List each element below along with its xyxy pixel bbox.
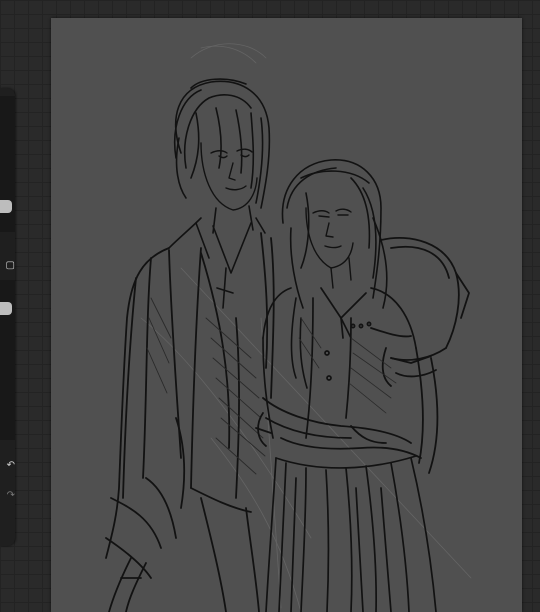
square-icon[interactable]: ▢ bbox=[0, 258, 15, 272]
brush-size-handle[interactable] bbox=[0, 200, 12, 213]
sketch-drawing bbox=[105, 43, 472, 612]
tool-sidebar: ▢ ↶ ↷ bbox=[0, 88, 15, 546]
brush-size-slider[interactable] bbox=[0, 96, 15, 232]
workspace: ▢ ↶ ↷ bbox=[0, 0, 540, 612]
brush-opacity-slider[interactable] bbox=[0, 280, 15, 440]
drawing-canvas[interactable] bbox=[51, 18, 522, 612]
redo-icon[interactable]: ↷ bbox=[0, 488, 15, 502]
brush-opacity-handle[interactable] bbox=[0, 302, 12, 315]
undo-icon[interactable]: ↶ bbox=[0, 458, 15, 472]
